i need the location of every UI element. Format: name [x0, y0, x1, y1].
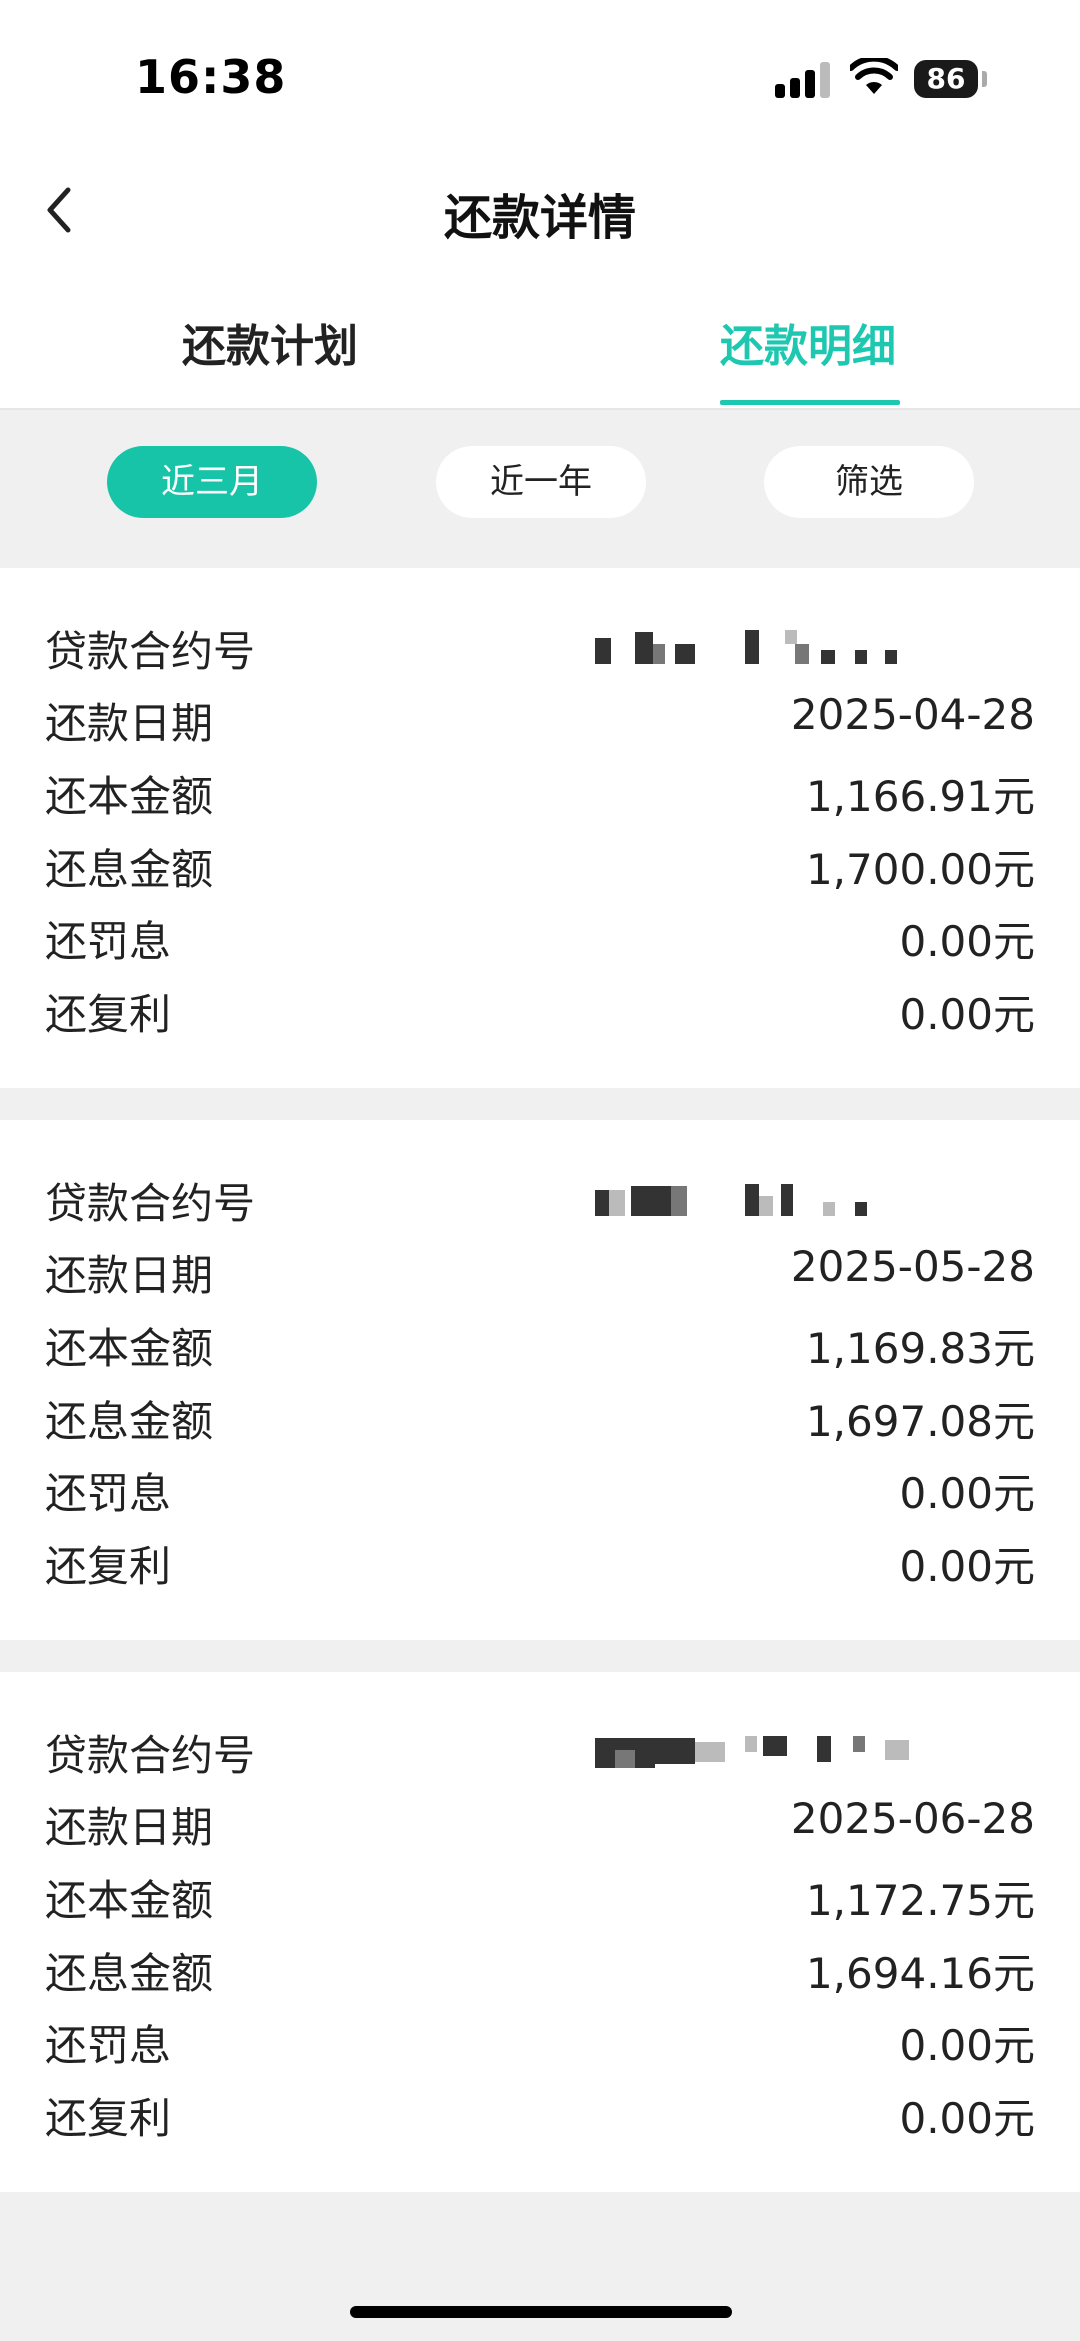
principal-row: 还本金额 1,169.83元 — [45, 1315, 1035, 1375]
penalty-row: 还罚息 0.00元 — [45, 1460, 1035, 1520]
contract-label: 贷款合约号 — [45, 1179, 256, 1228]
filter-last-year[interactable]: 近一年 — [436, 446, 646, 518]
contract-row: 贷款合约号 — [45, 1170, 1035, 1230]
penalty-value: 0.00元 — [899, 2021, 1035, 2070]
compound-row: 还复利 0.00元 — [45, 2085, 1035, 2145]
compound-value: 0.00元 — [899, 990, 1035, 1039]
interest-row: 还息金额 1,697.08元 — [45, 1388, 1035, 1448]
tab-repayment-plan[interactable]: 还款计划 — [182, 310, 358, 374]
interest-value: 1,697.08元 — [805, 1397, 1035, 1446]
filter-row: 近三月 近一年 筛选 — [0, 410, 1080, 568]
principal-value: 1,166.91元 — [805, 772, 1035, 821]
date-label: 还款日期 — [45, 1803, 214, 1852]
compound-value: 0.00元 — [899, 1542, 1035, 1591]
compound-label: 还复利 — [45, 1542, 172, 1591]
repayment-record: 贷款合约号 还款日期 2025-04-28 还本金额 1,166.91元 还息金… — [0, 568, 1080, 1088]
principal-row: 还本金额 1,172.75元 — [45, 1867, 1035, 1927]
compound-value: 0.00元 — [899, 2094, 1035, 2143]
interest-row: 还息金额 1,700.00元 — [45, 836, 1035, 896]
date-row: 还款日期 2025-05-28 — [45, 1242, 1035, 1302]
compound-row: 还复利 0.00元 — [45, 1533, 1035, 1593]
penalty-label: 还罚息 — [45, 1469, 172, 1518]
principal-row: 还本金额 1,166.91元 — [45, 763, 1035, 823]
interest-value: 1,700.00元 — [805, 845, 1035, 894]
tab-repayment-detail[interactable]: 还款明细 — [720, 310, 896, 374]
status-bar: 16:38 86 — [0, 0, 1080, 150]
redacted-contract-number — [595, 624, 1035, 668]
date-label: 还款日期 — [45, 1251, 214, 1300]
contract-row: 贷款合约号 — [45, 618, 1035, 678]
penalty-value: 0.00元 — [899, 1469, 1035, 1518]
battery-cap — [982, 71, 987, 87]
penalty-row: 还罚息 0.00元 — [45, 2012, 1035, 2072]
active-tab-indicator — [720, 400, 900, 405]
penalty-row: 还罚息 0.00元 — [45, 908, 1035, 968]
repayment-record: 贷款合约号 还款日期 2025-05-28 还本金额 1,169.83元 还息金… — [0, 1120, 1080, 1640]
interest-label: 还息金额 — [45, 1397, 214, 1446]
penalty-label: 还罚息 — [45, 917, 172, 966]
tab-bar: 还款计划 还款明细 — [0, 270, 1080, 410]
filter-button[interactable]: 筛选 — [764, 446, 974, 518]
repayment-record: 贷款合约号 还款日期 2025-06-28 还本金额 1,172.75元 还息金… — [0, 1672, 1080, 2192]
interest-label: 还息金额 — [45, 1949, 214, 1998]
date-row: 还款日期 2025-04-28 — [45, 690, 1035, 750]
principal-label: 还本金额 — [45, 1324, 214, 1373]
principal-value: 1,169.83元 — [805, 1324, 1035, 1373]
penalty-label: 还罚息 — [45, 2021, 172, 2070]
interest-label: 还息金额 — [45, 845, 214, 894]
date-value: 2025-04-28 — [790, 690, 1035, 739]
cellular-signal-icon — [775, 62, 833, 98]
date-value: 2025-06-28 — [790, 1794, 1035, 1843]
battery-icon: 86 — [914, 60, 978, 98]
interest-value: 1,694.16元 — [805, 1949, 1035, 1998]
penalty-value: 0.00元 — [899, 917, 1035, 966]
status-time: 16:38 — [135, 50, 287, 104]
contract-label: 贷款合约号 — [45, 1731, 256, 1780]
nav-header: 还款详情 — [0, 150, 1080, 270]
date-label: 还款日期 — [45, 699, 214, 748]
principal-label: 还本金额 — [45, 1876, 214, 1925]
compound-row: 还复利 0.00元 — [45, 981, 1035, 1041]
date-value: 2025-05-28 — [790, 1242, 1035, 1291]
redacted-contract-number — [595, 1176, 1035, 1220]
principal-label: 还本金额 — [45, 772, 214, 821]
compound-label: 还复利 — [45, 2094, 172, 2143]
contract-row: 贷款合约号 — [45, 1722, 1035, 1782]
interest-row: 还息金额 1,694.16元 — [45, 1940, 1035, 2000]
date-row: 还款日期 2025-06-28 — [45, 1794, 1035, 1854]
home-indicator[interactable] — [350, 2306, 732, 2318]
redacted-contract-number — [595, 1728, 1035, 1772]
wifi-icon — [850, 58, 898, 94]
compound-label: 还复利 — [45, 990, 172, 1039]
page-title: 还款详情 — [443, 190, 636, 246]
filter-last-three-months[interactable]: 近三月 — [107, 446, 317, 518]
contract-label: 贷款合约号 — [45, 627, 256, 676]
principal-value: 1,172.75元 — [805, 1876, 1035, 1925]
